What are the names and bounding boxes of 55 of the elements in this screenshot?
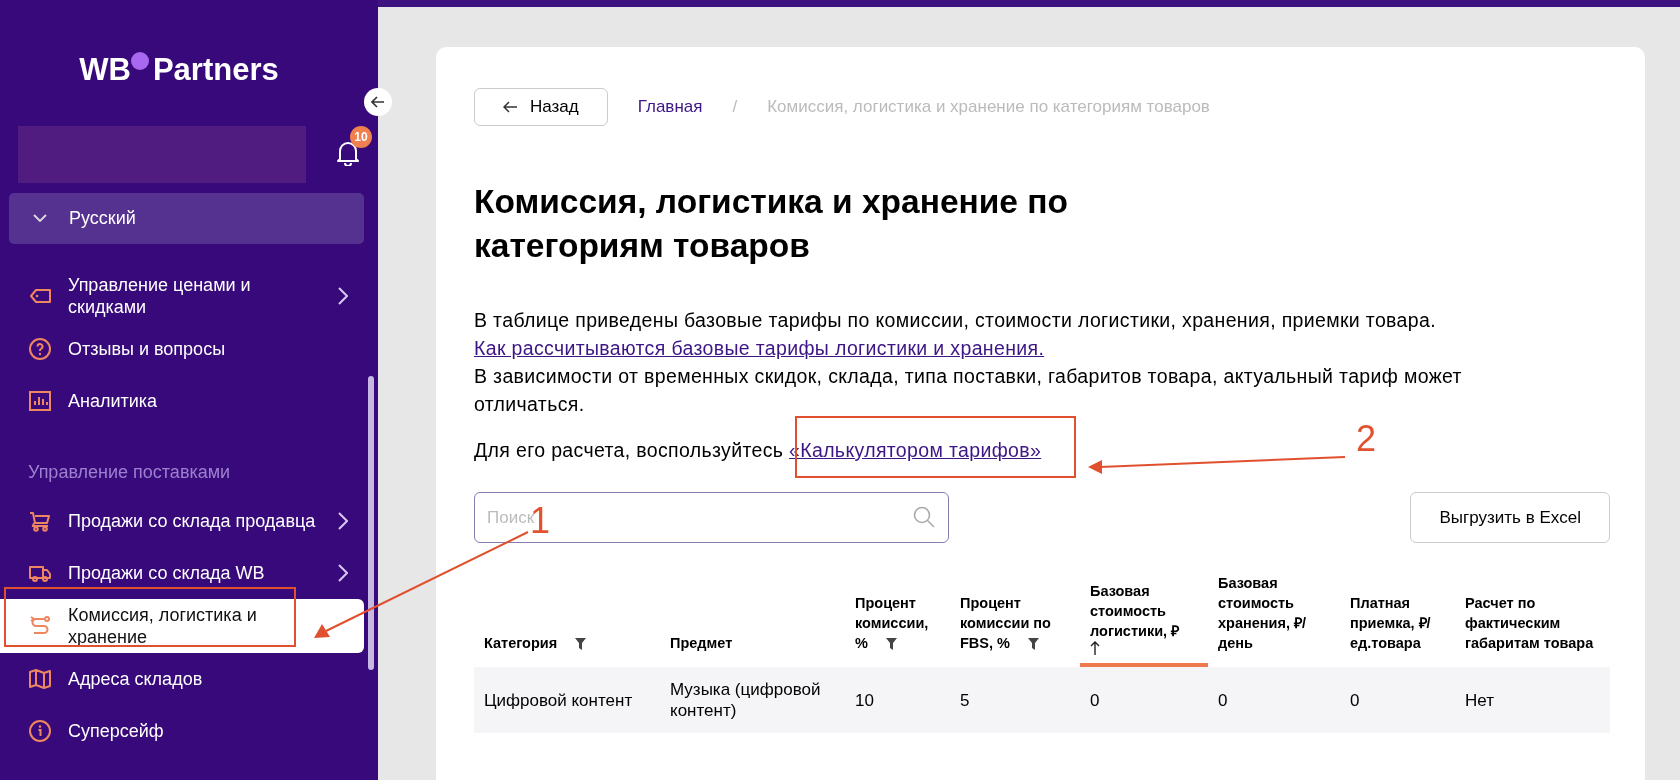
arrow-left-icon <box>503 101 518 113</box>
column-header[interactable]: Процент комиссии по FBS, % <box>950 593 1080 667</box>
intro-paragraph: В таблице приведены базовые тарифы по комиссии, стоимости логистики, хранения, приемки товара. Как рассчитываются базовые тарифы логистики и хранения. <box>474 308 1437 361</box>
bar-chart-icon <box>28 389 52 413</box>
table-cell: 10 <box>845 667 950 733</box>
logo-dot-icon <box>130 52 149 70</box>
sidebar-item[interactable]: Суперсейф <box>0 705 364 757</box>
arrow-left-icon <box>371 96 385 108</box>
breadcrumb-link[interactable]: Главная <box>637 97 703 117</box>
note-paragraph: В зависимости от временных скидок, склада, типа поставки, габаритов товара, актуальный тариф может отличаться. <box>474 364 1463 417</box>
question-icon <box>28 337 52 361</box>
page-title: Комиссия, логистика и хранение по категориям товаров <box>474 182 1069 266</box>
filter-icon[interactable] <box>885 638 897 651</box>
logo-text: WB <box>79 52 131 88</box>
export-button[interactable]: Выгрузить в Excel <box>1410 492 1610 543</box>
table-cell: Цифровой контент <box>474 667 660 733</box>
table-cell: 0 <box>1080 667 1208 733</box>
language-selector[interactable]: Русский <box>9 193 364 244</box>
sidebar-item[interactable]: Отзывы и вопросы <box>0 323 364 375</box>
tariffs-info-link[interactable]: Как рассчитываются базовые тарифы логистики и хранения. <box>474 337 1045 359</box>
column-header[interactable]: Расчет по фактическим габаритам товара <box>1455 593 1610 667</box>
sort-arrow-icon <box>1090 641 1100 655</box>
annotation-number: 2 <box>1356 418 1377 460</box>
back-button[interactable]: Назад <box>474 88 608 126</box>
sidebar-item[interactable]: Управление ценами и скидками <box>0 269 364 323</box>
sidebar-item[interactable]: Адреса складов <box>0 653 364 705</box>
filter-icon[interactable] <box>575 638 587 651</box>
column-header[interactable]: Процент комиссии, % <box>845 593 950 667</box>
breadcrumb-current: Комиссия, логистика и хранение по категориям товаров <box>767 97 1210 117</box>
table-cell: 0 <box>1340 667 1455 733</box>
filter-icon[interactable] <box>1027 638 1039 651</box>
notification-badge: 10 <box>350 125 372 148</box>
sidebar-item[interactable]: Продажи со склада WB <box>0 547 364 599</box>
column-header[interactable]: Платная приемка, ₽/ ед.товара <box>1340 593 1455 667</box>
column-header[interactable]: Базовая стоимость хранения, ₽/ день <box>1208 573 1340 667</box>
info-icon <box>28 719 52 743</box>
breadcrumb-separator: / <box>732 97 738 117</box>
table-cell: 0 <box>1208 667 1340 733</box>
cart-icon <box>28 509 52 533</box>
collapse-button[interactable] <box>364 88 392 116</box>
map-icon <box>28 667 52 691</box>
sidebar-item[interactable]: Аналитика <box>0 375 364 427</box>
sidebar-item[interactable]: Продажи со склада продавца <box>0 495 364 547</box>
chevron-down-icon <box>33 214 47 223</box>
column-header[interactable]: Категория <box>474 633 660 667</box>
sidebar-item[interactable]: Комиссия, логистика и хранение <box>0 599 364 653</box>
table-cell: Музыка (цифровой контент) <box>660 667 845 733</box>
column-header[interactable]: Предмет <box>660 633 845 667</box>
logo-text: Partners <box>152 52 279 88</box>
table-cell: Нет <box>1455 667 1610 733</box>
search-icon <box>913 506 935 528</box>
table-cell: 5 <box>950 667 1080 733</box>
scrollbar[interactable] <box>368 376 374 670</box>
bell-icon[interactable] <box>336 139 360 166</box>
section-heading: Управление поставками <box>27 461 232 484</box>
